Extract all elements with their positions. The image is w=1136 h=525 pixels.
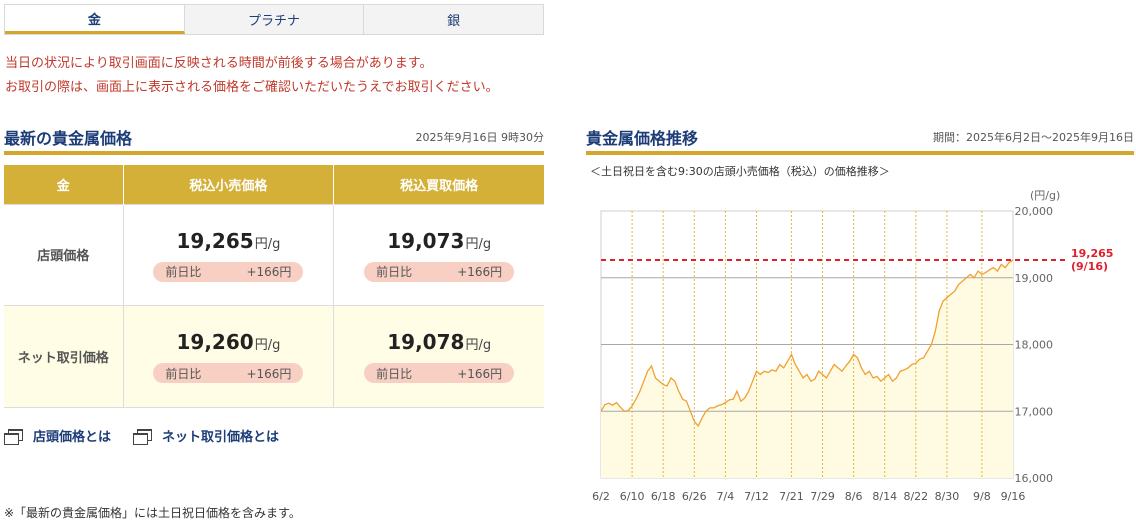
store-retail-price: 19,265 — [176, 228, 254, 253]
y-tick-label: 18,000 — [1015, 339, 1054, 352]
store-price-info-link[interactable]: 店頭価格とは — [4, 426, 111, 445]
diff-label: 前日比 — [165, 366, 202, 381]
latest-prices-title: 最新の貴金属価格 — [4, 129, 133, 148]
net-buy-cell: 19,078円/g 前日比 +166円 — [333, 304, 544, 408]
net-buy-price: 19,078 — [387, 330, 465, 354]
new-window-icon — [133, 429, 153, 445]
store-buy-price: 19,073 — [387, 228, 465, 253]
x-tick-label: 6/10 — [620, 490, 645, 503]
price-trend-chart: 16,000 17,000 18,000 19,000 20,000 6/2 6/10 6/1… — [592, 205, 1113, 503]
store-retail-diff-badge: 前日比 +166円 — [153, 261, 304, 282]
y-tick-label: 17,000 — [1015, 405, 1054, 418]
chart-caption: ＜土日祝日を含む9:30の店頭小売価格（税込）の価格推移＞ — [590, 165, 890, 178]
price-notice: 当日の状況により取引画面に反映される時間が前後する場合があります。 お取引の際は… — [5, 52, 499, 100]
table-row-net: ネット取引価格 19,260円/g 前日比 +166円 19,078円/g 前日比… — [4, 304, 544, 408]
price-unit: 円/g — [254, 236, 281, 252]
x-tick-label: 7/21 — [779, 490, 804, 503]
diff-label: 前日比 — [376, 366, 413, 381]
x-tick-label: 6/2 — [592, 490, 610, 503]
net-price-info-link[interactable]: ネット取引価格とは — [133, 426, 279, 445]
tab-platinum[interactable]: プラチナ — [184, 5, 365, 34]
diff-value: +166円 — [457, 265, 503, 279]
x-tick-label: 6/18 — [651, 490, 676, 503]
diff-label: 前日比 — [165, 265, 202, 279]
x-tick-label: 7/4 — [717, 490, 735, 503]
latest-prices-datetime: 2025年9月16日 9時30分 — [415, 131, 544, 144]
new-window-icon — [4, 429, 23, 445]
x-tick-label: 8/6 — [845, 490, 863, 503]
store-buy-diff-badge: 前日比 +166円 — [364, 261, 515, 282]
x-tick-label: 8/22 — [903, 490, 928, 503]
x-tick-label: 7/29 — [810, 490, 835, 503]
price-table: 金 税込小売価格 税込買取価格 店頭価格 19,265円/g 前日比 +166円 … — [4, 165, 544, 408]
row-label-net: ネット取引価格 — [4, 304, 124, 408]
net-retail-diff-badge: 前日比 +166円 — [153, 363, 304, 383]
trend-header: 貴金属価格推移 期間：2025年6月2日〜2025年9月16日 — [586, 125, 1134, 155]
table-header-metal: 金 — [4, 165, 124, 204]
info-links: 店頭価格とは ネット取引価格とは — [4, 426, 279, 445]
trend-period: 期間：2025年6月2日〜2025年9月16日 — [933, 131, 1134, 144]
y-tick-label: 16,000 — [1015, 472, 1054, 485]
diff-value: +166円 — [246, 265, 292, 279]
price-unit: 円/g — [254, 338, 281, 353]
x-tick-label: 9/16 — [1001, 490, 1026, 503]
current-price-label: 19,265 — [1071, 247, 1113, 260]
x-tick-label: 9/8 — [973, 490, 991, 503]
store-price-info-label: 店頭価格とは — [33, 430, 112, 445]
footnote: ※「最新の貴金属価格」には土日祝日価格を含みます。 — [4, 506, 301, 520]
latest-prices-header: 最新の貴金属価格 2025年9月16日 9時30分 — [4, 125, 544, 155]
tab-gold[interactable]: 金 — [5, 5, 185, 34]
notice-line-1: 当日の状況により取引画面に反映される時間が前後する場合があります。 — [5, 56, 433, 71]
notice-line-2: お取引の際は、画面上に表示される価格をご確認いただいたうえでお取引ください。 — [5, 80, 499, 95]
diff-value: +166円 — [457, 366, 503, 381]
net-buy-diff-badge: 前日比 +166円 — [364, 363, 515, 383]
diff-value: +166円 — [246, 366, 292, 381]
store-buy-cell: 19,073円/g 前日比 +166円 — [333, 203, 544, 305]
row-label-store: 店頭価格 — [4, 203, 124, 305]
x-tick-label: 7/12 — [744, 490, 769, 503]
net-price-info-label: ネット取引価格とは — [162, 430, 280, 445]
trend-title: 貴金属価格推移 — [586, 129, 699, 148]
x-tick-label: 8/30 — [935, 490, 960, 503]
store-retail-cell: 19,265円/g 前日比 +166円 — [123, 203, 335, 305]
y-tick-label: 19,000 — [1015, 272, 1054, 285]
x-tick-label: 6/26 — [682, 490, 707, 503]
metal-tabs: 金 プラチナ 銀 — [4, 4, 544, 35]
y-tick-label: 20,000 — [1015, 205, 1054, 218]
table-header-buy: 税込買取価格 — [333, 165, 544, 204]
net-retail-cell: 19,260円/g 前日比 +166円 — [123, 304, 335, 408]
table-row-store: 店頭価格 19,265円/g 前日比 +166円 19,073円/g 前日比 +16… — [4, 203, 544, 305]
current-price-date: (9/16) — [1071, 260, 1108, 273]
diff-label: 前日比 — [376, 265, 413, 279]
table-header-retail: 税込小売価格 — [123, 165, 335, 204]
net-retail-price: 19,260 — [176, 330, 254, 354]
tab-silver[interactable]: 銀 — [364, 5, 544, 34]
x-tick-label: 8/14 — [872, 490, 897, 503]
price-unit: 円/g — [465, 338, 492, 353]
price-unit: 円/g — [465, 236, 492, 252]
